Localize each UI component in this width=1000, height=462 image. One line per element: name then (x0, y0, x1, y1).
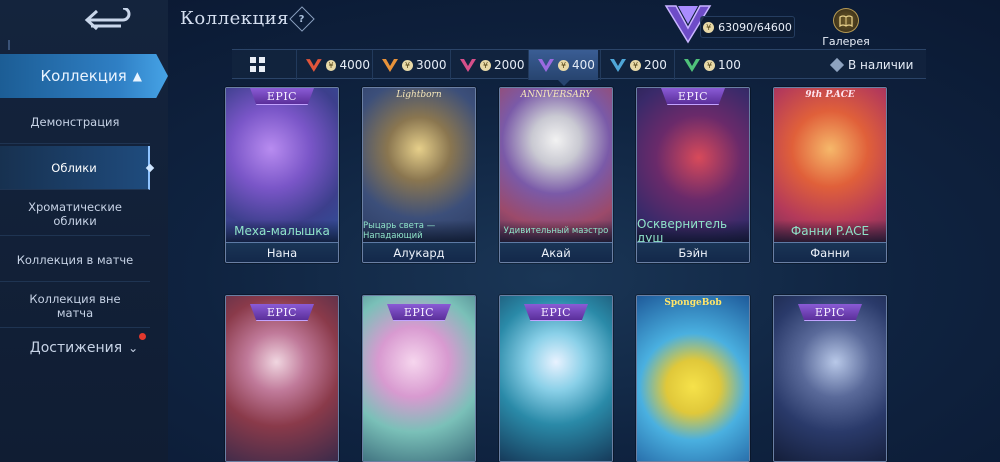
tier-value: 200 (644, 58, 667, 72)
back-arrow-icon (84, 8, 131, 31)
sidebar-item-label: Облики (51, 160, 97, 175)
skin-card[interactable]: EPIC (362, 295, 476, 462)
epic-badge: EPIC (798, 304, 862, 321)
skin-card[interactable]: Lightborn Рыцарь света — Нападающий Алук… (362, 87, 476, 263)
skin-logo: Lightborn (396, 90, 442, 100)
hero-name: Фанни (774, 242, 886, 262)
nav-collection[interactable]: Коллекция ▲ (0, 54, 168, 98)
skin-name: Фанни P.ACE (774, 220, 886, 242)
rank-emblem-icon (382, 59, 398, 72)
tier-filter-3000[interactable]: ¥ 3000 (372, 50, 448, 80)
epic-badge: EPIC (387, 304, 451, 321)
coin-icon: ¥ (558, 59, 569, 71)
sidebar-item-label: Коллекция вне матча (29, 291, 121, 320)
skin-card[interactable]: EPIC (499, 295, 613, 462)
book-icon (833, 8, 859, 33)
tier-filter-2000[interactable]: ¥ 2000 (450, 50, 526, 80)
rank-emblem-icon (305, 59, 322, 72)
filter-bar: ¥ 4000 ¥ 3000 ¥ 2000 ¥ 400 ¥ 200 ¥ 100 В… (232, 49, 926, 86)
divider (8, 40, 10, 50)
chevron-down-icon: ⌄ (128, 341, 139, 355)
notification-dot (139, 333, 146, 340)
chevron-up-icon: ▲ (132, 69, 142, 83)
available-filter[interactable]: В наличии (829, 50, 914, 80)
skin-card[interactable]: EPIC (773, 295, 887, 462)
rank-emblem-icon (538, 59, 554, 72)
sidebar-item-label: Коллекция в матче (16, 252, 134, 267)
sidebar-item-demo[interactable]: Демонстрация (0, 100, 150, 144)
hero-name: Акай (500, 242, 612, 262)
page-title: Коллекция (180, 8, 289, 29)
coin-icon: ¥ (703, 21, 715, 33)
epic-badge: EPIC (661, 88, 725, 105)
sidebar-item-in-match[interactable]: Коллекция в матче (0, 238, 150, 282)
skin-card[interactable]: EPIC Меха-малышка Нана (225, 87, 339, 263)
skin-card[interactable]: SpongeBob (636, 295, 750, 462)
skin-name: Осквернитель душ (637, 217, 749, 245)
hero-name: Алукард (363, 242, 475, 262)
tier-filter-4000[interactable]: ¥ 4000 (296, 50, 370, 80)
nav-collection-label: Коллекция (40, 67, 127, 85)
tier-value: 4000 (339, 58, 370, 72)
skin-card[interactable]: ANNIVERSARY Удивительный маэстро Акай (499, 87, 613, 263)
epic-badge: EPIC (250, 88, 314, 105)
rank-emblem-icon (684, 59, 700, 72)
epic-badge: EPIC (250, 304, 314, 321)
gallery-button[interactable]: Галерея (818, 8, 874, 48)
sidebar: Коллекция ▲ Демонстрация Облики Хроматич… (0, 0, 168, 462)
skin-name: Удивительный маэстро (500, 220, 612, 242)
back-button[interactable] (78, 6, 138, 36)
rank-emblem-icon (460, 59, 476, 72)
tier-value: 100 (718, 58, 741, 72)
tier-filter-200[interactable]: ¥ 200 (600, 50, 672, 80)
selected-indicator (145, 163, 155, 172)
sidebar-item-chroma-skins[interactable]: Хроматические облики (0, 192, 150, 236)
coin-icon: ¥ (402, 59, 413, 71)
checkbox-diamond-icon (829, 57, 845, 73)
coin-icon: ¥ (630, 59, 641, 71)
tier-filter-100[interactable]: ¥ 100 (674, 50, 746, 80)
skin-card[interactable]: EPIC Осквернитель душ Бэйн (636, 87, 750, 263)
tier-value: 3000 (416, 58, 447, 72)
question-diamond-icon[interactable]: ? (289, 6, 315, 32)
skin-name: Меха-малышка (226, 220, 338, 242)
sidebar-item-skins[interactable]: Облики (0, 146, 155, 190)
tier-value: 400 (572, 58, 595, 72)
skin-card[interactable]: EPIC (225, 295, 339, 462)
coin-icon: ¥ (325, 59, 337, 71)
skin-card[interactable]: 9th P.ACE Фанни P.ACE Фанни (773, 87, 887, 263)
available-label: В наличии (848, 58, 914, 72)
sidebar-item-label: Хроматические облики (28, 199, 122, 228)
sidebar-item-out-match[interactable]: Коллекция вне матча (0, 284, 150, 328)
gallery-label: Галерея (822, 35, 870, 48)
tier-filter-400[interactable]: ¥ 400 (528, 50, 598, 86)
nav-achievements-label: Достижения (29, 340, 123, 356)
skin-logo: ANNIVERSARY (520, 90, 592, 100)
tier-value: 2000 (494, 58, 525, 72)
points-value: 63090/64600 (718, 20, 792, 34)
collection-points: ¥ 63090/64600 (700, 16, 795, 38)
hero-name: Бэйн (637, 242, 749, 262)
skin-art (637, 296, 749, 461)
rank-emblem-icon (610, 59, 626, 72)
coin-icon: ¥ (480, 59, 491, 71)
coin-icon: ¥ (704, 59, 715, 71)
epic-badge: EPIC (524, 304, 588, 321)
skin-logo: 9th P.ACE (805, 90, 855, 100)
grid-view-icon[interactable] (250, 57, 266, 73)
hero-name: Нана (226, 242, 338, 262)
skin-logo: SpongeBob (664, 298, 722, 308)
sidebar-item-label: Демонстрация (30, 114, 120, 129)
skin-name: Рыцарь света — Нападающий (363, 220, 475, 242)
